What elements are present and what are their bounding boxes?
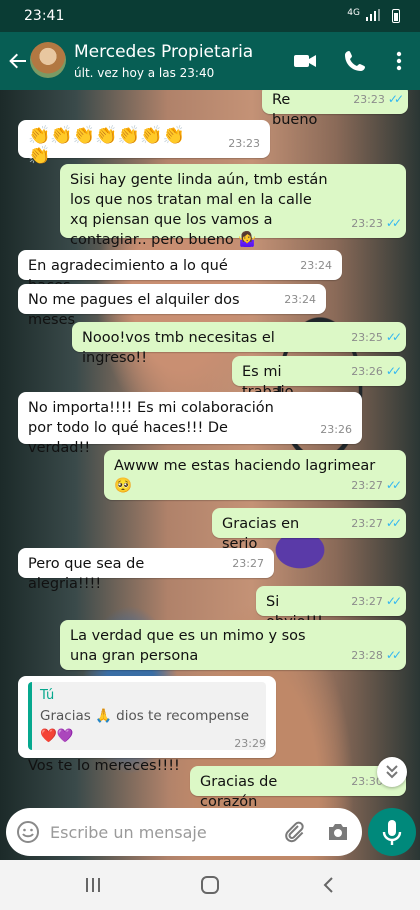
read-ticks-icon: ✓✓ (385, 330, 402, 344)
signal-icon (366, 9, 380, 21)
chat-area[interactable]: Re bueno 23:23 ✓✓ 👏👏👏👏👏👏👏👏 23:23 Sisi hay… (0, 90, 420, 860)
message-outgoing[interactable]: Nooo!vos tmb necesitas el ingreso!! 23:2… (72, 322, 406, 366)
message-outgoing[interactable]: Gracias en serio 23:27 ✓✓ (212, 508, 406, 552)
message-time: 23:24 (284, 293, 316, 306)
quoted-message[interactable]: Tú Gracias 🙏 dios te recompense ❤️💜 (28, 682, 266, 750)
message-text: Pero que sea de alegria!!!! (28, 556, 145, 592)
message-time: 23:26 (351, 365, 383, 378)
read-ticks-icon: ✓✓ (385, 516, 402, 530)
read-ticks-icon: ✓✓ (385, 594, 402, 608)
message-outgoing[interactable]: Gracias de corazón 23:30✓✓ (190, 766, 406, 810)
message-time: 23:27 (232, 557, 264, 570)
network-type: 4G (347, 8, 360, 18)
message-text: Sisi hay gente linda aún, tmb están los … (70, 172, 328, 248)
chat-header: Mercedes Propietaria últ. vez hoy a las … (0, 32, 420, 90)
message-incoming[interactable]: Pero que sea de alegria!!!! 23:27 (18, 548, 274, 592)
smiley-icon[interactable] (16, 820, 40, 844)
message-meta: 23:25 ✓✓ (351, 327, 402, 348)
message-time: 23:23 (351, 217, 383, 230)
message-outgoing[interactable]: Es mi trabajo 23:26✓✓ (232, 356, 406, 400)
message-meta: 23:23 ✓✓ (351, 213, 402, 234)
message-outgoing[interactable]: Sisi hay gente linda aún, tmb están los … (60, 164, 406, 248)
system-nav-bar (0, 860, 420, 910)
message-outgoing[interactable]: Re bueno 23:23 ✓✓ (262, 90, 408, 128)
message-meta: 23:27 ✓✓ (351, 513, 402, 534)
contact-name[interactable]: Mercedes Propietaria (74, 42, 253, 62)
message-text: 👏👏👏👏👏👏👏👏 (28, 125, 185, 166)
message-text: La verdad que es un mimo y sos una gran … (70, 628, 306, 664)
contact-avatar[interactable] (30, 42, 66, 78)
home-icon[interactable] (199, 874, 221, 896)
message-time: 23:29 (234, 737, 266, 750)
more-vert-icon[interactable] (386, 48, 412, 74)
chevron-double-down-icon (386, 765, 398, 779)
message-outgoing[interactable]: La verdad que es un mimo y sos una gran … (60, 620, 406, 670)
message-outgoing[interactable]: Si obvio!!! 23:27✓✓ (256, 586, 406, 630)
message-time: 23:23 (353, 93, 385, 106)
read-ticks-icon: ✓✓ (385, 364, 402, 378)
message-input[interactable] (50, 820, 270, 844)
back-arrow-icon[interactable] (6, 46, 30, 76)
battery-icon (392, 9, 400, 23)
scroll-to-bottom-button[interactable] (377, 757, 407, 787)
message-meta: 23:27 ✓✓ (351, 591, 402, 612)
read-ticks-icon: ✓✓ (387, 92, 404, 106)
paperclip-icon[interactable] (282, 820, 306, 844)
message-time: 23:23 (228, 137, 260, 150)
message-incoming[interactable]: No importa!!!! Es mi colaboración por to… (18, 392, 362, 456)
message-incoming[interactable]: 👏👏👏👏👏👏👏👏 23:23 (18, 120, 270, 166)
quote-author: Tú (40, 688, 55, 703)
recents-icon[interactable] (82, 874, 104, 896)
message-time: 23:27 (351, 517, 383, 530)
message-meta: 23:26 ✓✓ (351, 361, 402, 382)
status-time: 23:41 (24, 8, 65, 24)
quote-text: Gracias 🙏 dios te recompense ❤️💜 (40, 708, 250, 744)
message-time: 23:26 (320, 423, 352, 436)
status-bar: 23:41 4G (0, 0, 420, 32)
message-meta: 23:23 ✓✓ (353, 90, 404, 110)
message-composer (6, 808, 362, 856)
message-time: 23:27 (351, 479, 383, 492)
camera-icon[interactable] (326, 820, 350, 844)
message-incoming-reply[interactable]: Tú Gracias 🙏 dios te recompense ❤️💜 Vos … (18, 676, 276, 774)
message-time: 23:27 (351, 595, 383, 608)
message-incoming[interactable]: En agradecimiento a lo qué haces..... 23… (18, 250, 342, 294)
last-seen: últ. vez hoy a las 23:40 (74, 66, 215, 80)
message-time: 23:28 (351, 649, 383, 662)
message-meta: 23:27 ✓✓ (351, 475, 402, 496)
read-ticks-icon: ✓✓ (385, 648, 402, 662)
back-icon[interactable] (318, 874, 340, 896)
mic-icon (382, 820, 402, 845)
read-ticks-icon: ✓✓ (385, 216, 402, 230)
message-meta: 23:28 ✓✓ (351, 645, 402, 666)
read-ticks-icon: ✓✓ (385, 478, 402, 492)
video-call-icon[interactable] (292, 48, 318, 74)
message-time: 23:25 (351, 331, 383, 344)
message-outgoing[interactable]: Awww me estas haciendo lagrimear 🥺 23:27… (104, 450, 406, 500)
phone-icon[interactable] (342, 48, 368, 74)
mic-button[interactable] (368, 808, 416, 856)
message-text: No importa!!!! Es mi colaboración por to… (28, 400, 274, 456)
message-incoming[interactable]: No me pagues el alquiler dos meses 23:24 (18, 284, 326, 328)
message-time: 23:24 (300, 259, 332, 272)
